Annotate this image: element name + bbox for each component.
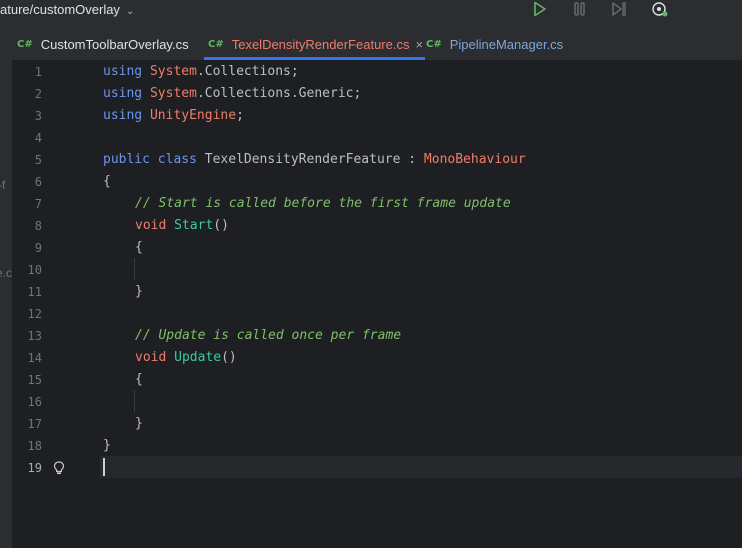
keyword: using — [103, 64, 143, 79]
code-line-9: { — [135, 240, 143, 255]
csharp-file-icon: C# — [426, 38, 442, 50]
csharp-file-icon: C# — [208, 38, 224, 50]
code-line-3: using UnityEngine; — [103, 105, 244, 127]
tab-label: CustomToolbarOverlay.cs — [40, 36, 189, 52]
branch-selector[interactable]: ature/customOverlay ⌄ — [0, 0, 134, 22]
line-number: 9 — [34, 241, 42, 255]
class-name: TexelDensityRenderFeature — [204, 152, 401, 167]
truncated-label: -f — [0, 178, 6, 192]
code-text: () — [221, 350, 237, 365]
branch-name: ature/customOverlay — [0, 2, 120, 17]
line-number: 8 — [34, 219, 42, 233]
code-text: : — [408, 152, 417, 167]
code-text: () — [213, 218, 229, 233]
line-number: 13 — [27, 329, 42, 343]
code-line-15: { — [135, 372, 143, 387]
truncated-label: e.c — [0, 266, 12, 280]
line-number: 17 — [27, 417, 42, 431]
keyword: public — [103, 152, 150, 167]
line-number: 15 — [27, 373, 42, 387]
code-line-18: } — [103, 438, 111, 453]
line-number-gutter[interactable]: 1 2 3 4 5 6 7 8 9 10 11 12 13 14 15 16 1… — [12, 60, 100, 548]
keyword: using — [103, 108, 143, 123]
line-number: 5 — [34, 153, 42, 167]
namespace: UnityEngine — [149, 108, 237, 123]
editor-tab-bar: C# CustomToolbarOverlay.cs C# TexelDensi… — [0, 28, 742, 61]
line-number: 7 — [34, 197, 42, 211]
line-number: 12 — [27, 307, 42, 321]
code-line-11: } — [135, 284, 143, 299]
keyword: using — [103, 86, 143, 101]
code-line-14: void Update() — [135, 347, 237, 369]
line-number: 2 — [34, 87, 42, 101]
line-number: 4 — [34, 131, 42, 145]
indent-guide — [134, 258, 135, 280]
text-caret — [103, 458, 105, 476]
close-icon[interactable]: × — [415, 37, 423, 52]
current-line-highlight — [100, 456, 742, 478]
code-text: .Collections.Generic; — [196, 86, 362, 101]
tab-custom-toolbar-overlay[interactable]: C# CustomToolbarOverlay.cs — [17, 28, 189, 60]
code-comment: // Update is called once per frame — [135, 328, 402, 343]
code-editor[interactable]: using System.Collections; using System.C… — [100, 60, 742, 548]
line-number: 18 — [27, 439, 42, 453]
namespace: System — [149, 86, 197, 101]
code-line-8: void Start() — [135, 215, 229, 237]
code-line-6: { — [103, 174, 111, 189]
method-name: Update — [174, 350, 222, 365]
keyword: void — [135, 218, 167, 233]
line-number: 6 — [34, 175, 42, 189]
lightbulb-icon[interactable] — [52, 457, 66, 479]
line-number-current: 19 — [27, 461, 42, 475]
code-comment: // Start is called before the first fram… — [135, 196, 511, 211]
csharp-file-icon: C# — [17, 38, 33, 50]
step-icon[interactable] — [608, 0, 630, 18]
base-class: MonoBehaviour — [423, 152, 526, 167]
keyword: void — [135, 350, 167, 365]
namespace: System — [149, 64, 197, 79]
method-name: Start — [174, 218, 214, 233]
code-line-1: using System.Collections; — [103, 61, 299, 83]
indent-guide — [134, 390, 135, 412]
profiler-icon[interactable] — [648, 0, 670, 18]
code-line-2: using System.Collections.Generic; — [103, 83, 361, 105]
code-text: .Collections; — [196, 64, 299, 79]
top-toolbar: ature/customOverlay ⌄ — [0, 0, 742, 28]
line-number: 14 — [27, 351, 42, 365]
line-number: 3 — [34, 109, 42, 123]
code-text: ; — [236, 108, 244, 123]
project-panel-edge: -f e.c — [0, 60, 12, 548]
line-number: 1 — [34, 65, 42, 79]
run-icon[interactable] — [529, 0, 551, 18]
line-number: 16 — [27, 395, 42, 409]
tab-pipeline-manager[interactable]: C# PipelineManager.cs — [426, 28, 563, 60]
code-line-5: public class TexelDensityRenderFeature :… — [103, 149, 526, 171]
keyword: class — [157, 152, 197, 167]
tab-label: TexelDensityRenderFeature.cs — [231, 36, 410, 52]
line-number: 10 — [27, 263, 42, 277]
chevron-down-icon: ⌄ — [125, 6, 135, 17]
line-number: 11 — [27, 285, 42, 299]
tab-label: PipelineManager.cs — [449, 36, 564, 52]
tab-texel-density-render-feature[interactable]: C# TexelDensityRenderFeature.cs × — [203, 28, 426, 60]
code-line-17: } — [135, 416, 143, 431]
debug-pause-icon[interactable] — [569, 0, 591, 18]
